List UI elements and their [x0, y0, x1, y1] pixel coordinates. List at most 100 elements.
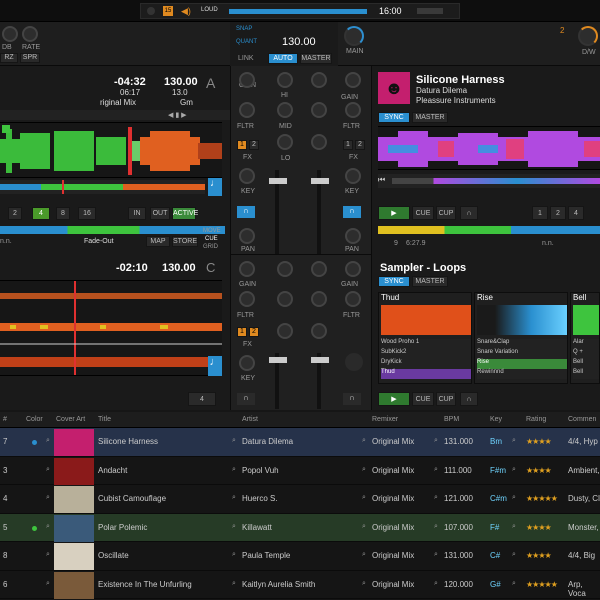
deck-a-loop-16[interactable]: 16 [78, 207, 96, 220]
mixer-c-key-knob[interactable] [239, 355, 255, 371]
deck-a-loop-4[interactable]: 4 [32, 207, 50, 220]
search-icon[interactable]: ⌕ [434, 551, 438, 559]
search-icon[interactable]: ⌕ [362, 437, 366, 445]
search-icon[interactable]: ⌕ [434, 494, 438, 502]
auto-button[interactable]: AUTO [268, 53, 298, 64]
fx-knob-2[interactable] [22, 26, 38, 42]
deck-a-prev-icon[interactable]: ◀ ▮ ▶ [168, 111, 187, 119]
search-icon[interactable]: ⌕ [232, 437, 236, 445]
mixer-c-hi-knob[interactable] [277, 261, 293, 277]
mixer-a-pan-knob[interactable] [239, 228, 255, 244]
deck-a-out-button[interactable]: OUT [150, 207, 170, 220]
deck-b-overview[interactable]: ⏮ [378, 174, 600, 188]
deck-a-store-button[interactable]: STORE [172, 236, 198, 247]
search-icon[interactable]: ⌕ [512, 466, 516, 474]
mixer-b-fx2[interactable]: 2 [355, 140, 365, 150]
deck-a-loop-8[interactable]: 8 [56, 207, 70, 220]
sampler-slot-3[interactable]: Bell Alar Q + Bell Bell [570, 292, 600, 384]
mixer-d-lo-knob[interactable] [311, 323, 327, 339]
fx-btn-spr[interactable]: SPR [20, 53, 40, 63]
deck-a-in-button[interactable]: IN [128, 207, 146, 220]
sampler-slot-1-list[interactable]: Wood Proho 1 SubKick2 DryKick Thud [381, 339, 471, 379]
search-icon[interactable]: ⌕ [46, 523, 50, 531]
search-icon[interactable]: ⌕ [46, 437, 50, 445]
link-button[interactable]: LINK [238, 55, 254, 62]
deck-a-map-button[interactable]: MAP [146, 236, 170, 247]
search-icon[interactable]: ⌕ [362, 466, 366, 474]
deck-a-cue-strip[interactable] [0, 226, 225, 234]
mixer-c-mid-knob[interactable] [277, 291, 293, 307]
sampler-slot-3-item[interactable]: Bell [573, 369, 599, 379]
mixer-d-gain-knob[interactable] [345, 261, 361, 277]
mixer-a-mid-knob[interactable] [277, 102, 293, 118]
search-icon[interactable]: ⌕ [434, 466, 438, 474]
fx-btn-rz[interactable]: RZ [0, 53, 18, 63]
deck-c-waveform[interactable] [0, 280, 222, 376]
deck-a-overview[interactable] [0, 180, 205, 194]
deck-a-cue-label[interactable]: CUE [205, 236, 218, 242]
mixer-c-fader[interactable] [269, 357, 287, 363]
mixer-a-key-knob[interactable] [239, 168, 255, 184]
deck-b-flux-icon[interactable]: ∩ [460, 206, 478, 220]
sampler-slot-2-item[interactable]: Rise [477, 359, 567, 369]
mixer-c-headphone-icon[interactable]: ∩ [237, 393, 255, 405]
sampler-slot-3-item[interactable]: Bell [573, 359, 599, 369]
search-icon[interactable]: ⌕ [512, 494, 516, 502]
sampler-slot-1-item[interactable]: Wood Proho 1 [381, 339, 471, 349]
mixer-c-lo-knob[interactable] [277, 323, 293, 339]
deck-c-page[interactable]: 4 [188, 392, 216, 406]
mixer-c-gain-knob[interactable] [239, 261, 255, 277]
table-row[interactable]: ⌕ 6 Existence In The Unfurling Kaitlyn Aure… [0, 571, 600, 599]
search-icon[interactable]: ⌕ [46, 494, 50, 502]
search-icon[interactable]: ⌕ [362, 523, 366, 531]
mixer-b-pan-knob[interactable] [345, 228, 361, 244]
search-icon[interactable]: ⌕ [46, 466, 50, 474]
col-header-color[interactable]: Color [26, 416, 43, 423]
deck-a-waveform[interactable] [0, 122, 222, 178]
mixer-b-key-knob[interactable] [345, 168, 361, 184]
table-row[interactable]: ⌕ 8 Oscillate Paula Temple Original Mix 131.0… [0, 542, 600, 571]
search-icon[interactable]: ⌕ [232, 494, 236, 502]
mixer-d-fader[interactable] [311, 357, 329, 363]
mixer-d-filter-knob[interactable] [345, 291, 361, 307]
col-header-number[interactable]: # [3, 416, 7, 423]
deck-a-loop-2[interactable]: 2 [8, 207, 22, 220]
deck-b-master-button[interactable]: MASTER [412, 112, 448, 123]
mixer-a-fx1[interactable]: 1 [237, 140, 247, 150]
table-row[interactable]: ⌕ 5 Polar Polemic Killawatt Original Mix 107.… [0, 513, 600, 542]
deck-b-loop-2[interactable]: 2 [550, 206, 566, 220]
deck-a-grid-label[interactable]: GRID [203, 244, 218, 250]
mixer-d-hi-knob[interactable] [311, 261, 327, 277]
mixer-d-knob-disabled[interactable] [345, 353, 363, 371]
mixer-a-headphone-icon[interactable]: ∩ [237, 206, 255, 218]
table-row[interactable]: ⌕ 4 Cubist Camouflage Huerco S. Original Mix… [0, 485, 600, 514]
sampler-slot-2-item[interactable]: Snare&Clap [477, 339, 567, 349]
main-volume-knob[interactable] [344, 26, 364, 46]
mixer-b-gain-knob[interactable] [345, 72, 361, 88]
mixer-a-filter-knob[interactable] [239, 102, 255, 118]
col-header-bpm[interactable]: BPM [444, 416, 459, 423]
table-row[interactable]: ⌕ 3 Andacht Popol Vuh Original Mix 111.000 F#m… [0, 457, 600, 485]
sampler-slot-2[interactable]: Rise Snare&Clap Snare Variation Rise Rew… [474, 292, 568, 384]
search-icon[interactable]: ⌕ [434, 580, 438, 588]
col-header-remixer[interactable]: Remixer [372, 416, 398, 423]
deck-d-cue-button[interactable]: CUE [412, 392, 434, 406]
master-bpm[interactable]: 130.00 [282, 36, 316, 48]
sampler-slot-2-item[interactable]: Rewinnnd [477, 369, 567, 379]
sampler-slot-2-wave[interactable] [477, 305, 567, 335]
deck-a-note-icon[interactable]: ♩ [208, 178, 222, 196]
search-icon[interactable]: ⌕ [434, 523, 438, 531]
mixer-c-fx1[interactable]: 1 [237, 327, 247, 337]
search-icon[interactable]: ⌕ [232, 551, 236, 559]
deck-b-cue-strip[interactable] [378, 226, 600, 234]
deck-d-cup-button[interactable]: CUP [436, 392, 456, 406]
search-icon[interactable]: ⌕ [362, 494, 366, 502]
deck-a-active-button[interactable]: ACTIVE [172, 207, 198, 220]
deck-b-cue-button[interactable]: CUE [412, 206, 434, 220]
mixer-c-fx2[interactable]: 2 [249, 327, 259, 337]
col-header-key[interactable]: Key [490, 416, 502, 423]
table-row[interactable]: ⌕ 7 Silicone Harness Datura Dilema Original … [0, 428, 600, 457]
sampler-slot-1[interactable]: Thud Wood Proho 1 SubKick2 DryKick Thud [378, 292, 472, 384]
mixer-b-hi-knob[interactable] [311, 72, 327, 88]
sampler-slot-3-wave[interactable] [573, 305, 599, 335]
